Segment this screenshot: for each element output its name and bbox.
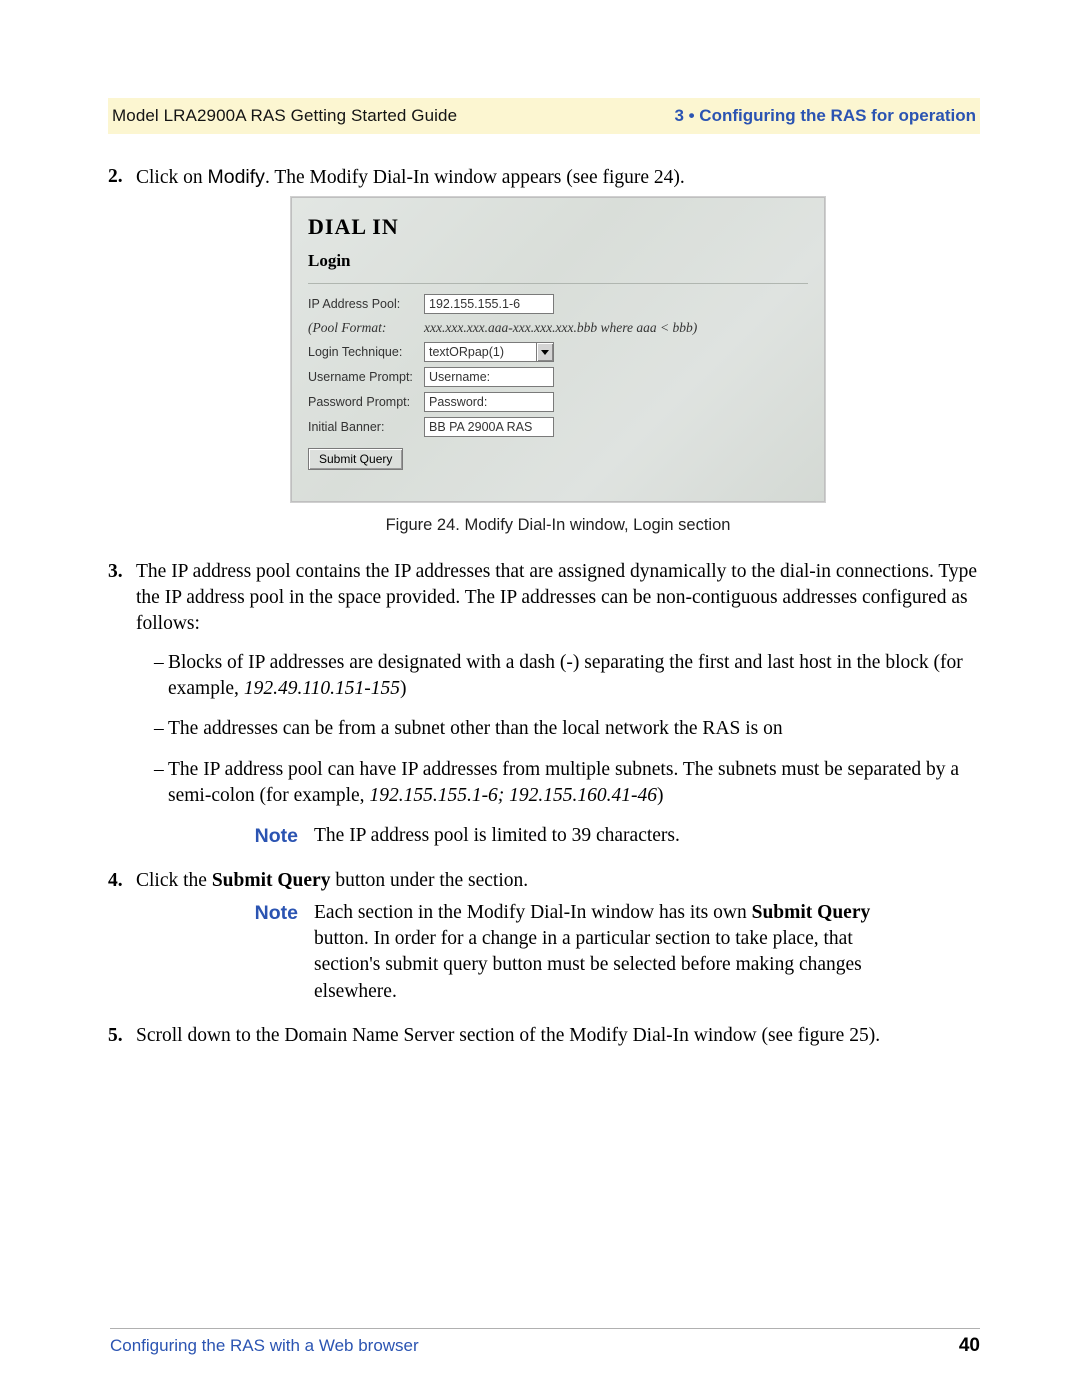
step4-post: button under the section.: [330, 870, 528, 891]
bullet-2: The addresses can be from a subnet other…: [154, 716, 980, 742]
b3-post: ): [657, 785, 664, 806]
b1-italic: 192.49.110.151-155: [244, 678, 400, 699]
modify-word: Modify: [208, 166, 265, 188]
submit-query-button[interactable]: Submit Query: [308, 448, 403, 470]
note2-pre: Each section in the Modify Dial-In windo…: [314, 902, 752, 923]
row-pool-format: (Pool Format: xxx.xxx.xxx.aaa-xxx.xxx.xx…: [308, 319, 808, 337]
header-doc-title: Model LRA2900A RAS Getting Started Guide: [112, 106, 457, 126]
dialin-subtitle: Login: [308, 250, 808, 273]
pool-format-label: (Pool Format:: [308, 319, 424, 337]
step-3: The IP address pool contains the IP addr…: [108, 559, 980, 850]
b3-italic: 192.155.155.1-6; 192.155.160.41-46: [369, 785, 657, 806]
note-2: Note Each section in the Modify Dial-In …: [238, 900, 980, 1005]
row-login-technique: Login Technique: textORpap(1): [308, 342, 808, 362]
step3-intro: The IP address pool contains the IP addr…: [136, 561, 977, 635]
page-number: 40: [959, 1335, 980, 1357]
login-technique-value: textORpap(1): [425, 343, 536, 361]
login-technique-select[interactable]: textORpap(1): [424, 342, 554, 362]
bullet-1: Blocks of IP addresses are designated wi…: [154, 650, 980, 703]
step4-pre: Click the: [136, 870, 212, 891]
b1-post: ): [400, 678, 407, 699]
footer: Configuring the RAS with a Web browser 4…: [110, 1328, 980, 1357]
ordered-steps: Click on Modify. The Modify Dial-In wind…: [108, 164, 980, 1049]
note2-post: button. In order for a change in a parti…: [314, 928, 862, 1002]
step5-text: Scroll down to the Domain Name Server se…: [136, 1025, 880, 1046]
row-ip-pool: IP Address Pool: 192.155.155.1-6: [308, 294, 808, 314]
login-technique-label: Login Technique:: [308, 344, 424, 361]
ip-pool-input[interactable]: 192.155.155.1-6: [424, 294, 554, 314]
note-label-2: Note: [238, 900, 298, 1005]
password-prompt-label: Password Prompt:: [308, 394, 424, 411]
content: Click on Modify. The Modify Dial-In wind…: [108, 164, 980, 1067]
step-4: Click the Submit Query button under the …: [108, 868, 980, 1006]
dialin-title: DIAL IN: [308, 212, 808, 242]
chevron-down-icon: [541, 350, 549, 355]
header-chapter: 3 • Configuring the RAS for operation: [674, 106, 976, 126]
row-username-prompt: Username Prompt: Username:: [308, 367, 808, 387]
initial-banner-label: Initial Banner:: [308, 419, 424, 436]
username-prompt-label: Username Prompt:: [308, 369, 424, 386]
divider: [308, 283, 808, 284]
b2-pre: The addresses can be from a subnet other…: [168, 718, 783, 739]
bullet-3: The IP address pool can have IP addresse…: [154, 757, 980, 810]
note2-bold: Submit Query: [752, 902, 871, 923]
header-band: Model LRA2900A RAS Getting Started Guide…: [108, 98, 980, 134]
step2-prefix: Click on: [136, 167, 208, 188]
row-initial-banner: Initial Banner: BB PA 2900A RAS: [308, 417, 808, 437]
step-2: Click on Modify. The Modify Dial-In wind…: [108, 164, 980, 537]
dialin-window: DIAL IN Login IP Address Pool: 192.155.1…: [291, 197, 825, 502]
row-password-prompt: Password Prompt: Password:: [308, 392, 808, 412]
page: Model LRA2900A RAS Getting Started Guide…: [0, 0, 1080, 1397]
note-1: Note The IP address pool is limited to 3…: [238, 823, 980, 849]
password-prompt-input[interactable]: Password:: [424, 392, 554, 412]
note-text-2: Each section in the Modify Dial-In windo…: [314, 900, 894, 1005]
initial-banner-input[interactable]: BB PA 2900A RAS: [424, 417, 554, 437]
dropdown-button[interactable]: [536, 343, 553, 361]
note-text-1: The IP address pool is limited to 39 cha…: [314, 823, 894, 849]
step4-bold: Submit Query: [212, 870, 331, 891]
figure-24: DIAL IN Login IP Address Pool: 192.155.1…: [136, 197, 980, 536]
note-label-1: Note: [238, 823, 298, 849]
ip-pool-label: IP Address Pool:: [308, 296, 424, 313]
step2-suffix: . The Modify Dial-In window appears (see…: [265, 167, 685, 188]
pool-format-value: xxx.xxx.xxx.aaa-xxx.xxx.xxx.bbb where aa…: [424, 319, 697, 337]
figure-caption: Figure 24. Modify Dial-In window, Login …: [136, 514, 980, 536]
username-prompt-input[interactable]: Username:: [424, 367, 554, 387]
step3-bullets: Blocks of IP addresses are designated wi…: [136, 650, 980, 810]
step-5: Scroll down to the Domain Name Server se…: [108, 1023, 980, 1049]
footer-section-title: Configuring the RAS with a Web browser: [110, 1336, 419, 1356]
